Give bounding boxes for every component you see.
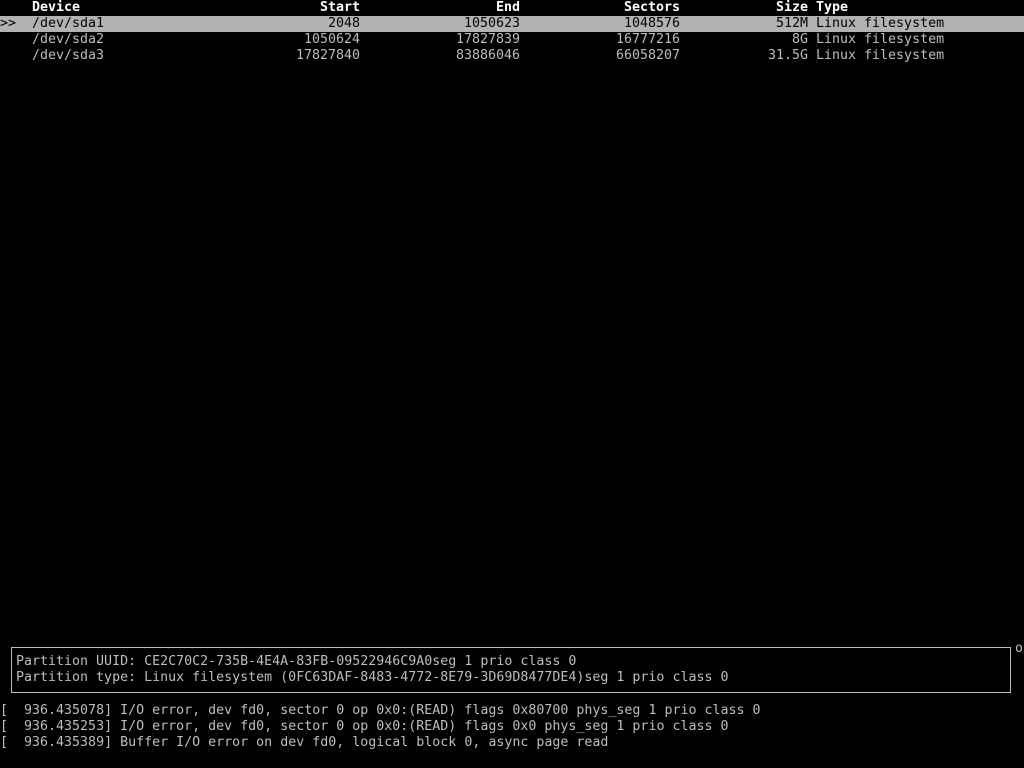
selection-marker: >> [0,16,17,31]
sectors-cell: 1048576 [623,16,680,31]
box-corner-glyph: o [1015,641,1024,656]
sectors-cell: 66058207 [615,48,680,63]
partition-row-sda3[interactable]: /dev/sda3 17827840 83886046 66058207 31.… [0,48,1024,64]
size-cell: 512M [775,16,808,31]
column-header-device: Device [32,0,81,15]
sectors-cell: 16777216 [615,32,680,47]
partition-table-header: Device Start End Sectors Size Type [0,0,1024,16]
partition-row-sda2[interactable]: /dev/sda2 1050624 17827839 16777216 8G L… [0,32,1024,48]
size-cell: 8G [791,32,808,47]
start-cell: 17827840 [295,48,360,63]
start-cell: 1050624 [303,32,360,47]
column-header-size: Size [775,0,808,15]
column-header-end: End [495,0,520,15]
start-cell: 2048 [327,16,360,31]
column-header-start: Start [319,0,360,15]
end-cell: 17827839 [455,32,520,47]
column-header-sectors: Sectors [623,0,680,15]
type-cell: Linux filesystem [816,16,945,31]
type-cell: Linux filesystem [816,32,945,47]
column-header-type: Type [816,0,849,15]
kernel-log-line: [ 936.435253] I/O error, dev fd0, sector… [0,719,729,734]
end-cell: 83886046 [455,48,520,63]
partition-uuid-line: Partition UUID: CE2C70C2-735B-4E4A-83FB-… [16,654,577,669]
kernel-log-line: [ 936.435389] Buffer I/O error on dev fd… [0,735,609,750]
partition-type-line: Partition type: Linux filesystem (0FC63D… [16,670,729,685]
partition-info-box: Partition UUID: CE2C70C2-735B-4E4A-83FB-… [11,647,1011,693]
type-cell: Linux filesystem [816,48,945,63]
device-cell: /dev/sda3 [32,48,105,63]
device-cell: /dev/sda2 [32,32,105,47]
end-cell: 1050623 [463,16,520,31]
size-cell: 31.5G [767,48,808,63]
kernel-log-line: [ 936.435078] I/O error, dev fd0, sector… [0,703,761,718]
device-cell: /dev/sda1 [32,16,105,31]
partition-row-sda1[interactable]: >> /dev/sda1 2048 1050623 1048576 512M L… [0,16,1024,32]
